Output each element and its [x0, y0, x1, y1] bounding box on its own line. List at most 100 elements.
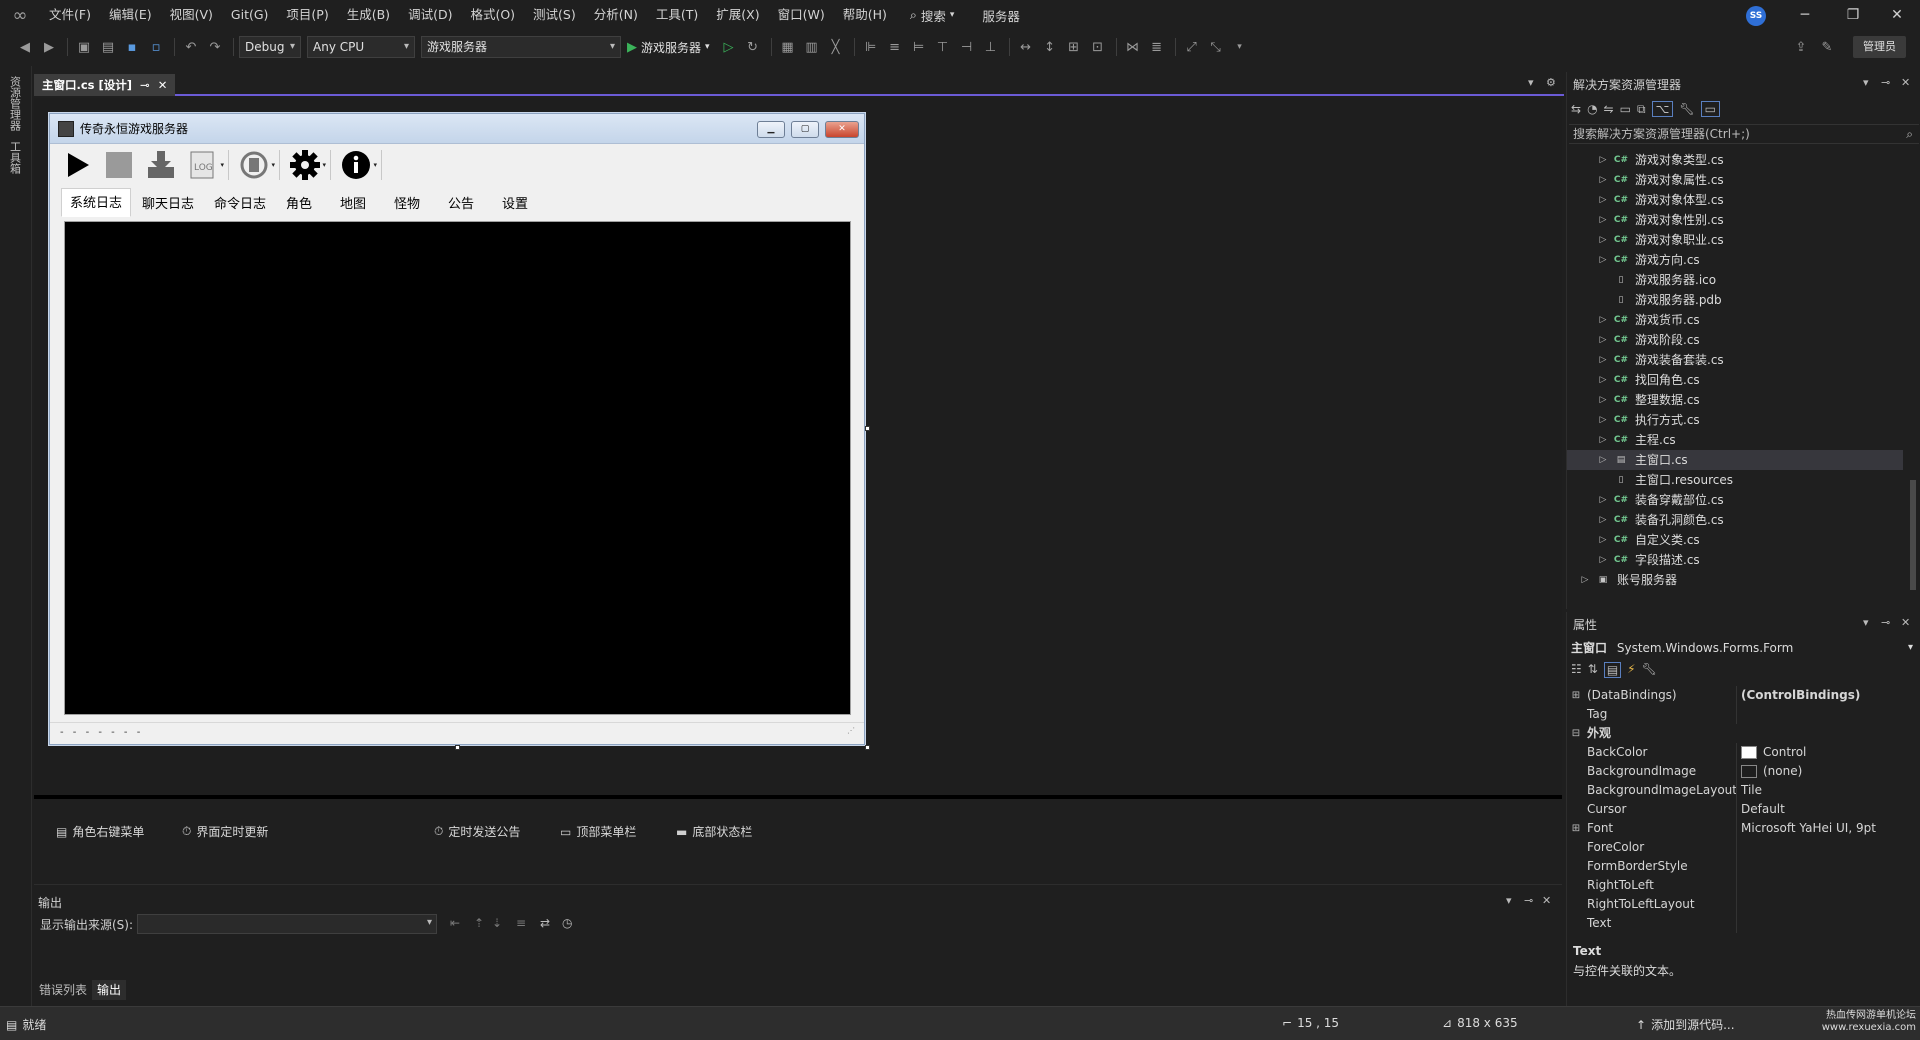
next-message-icon[interactable]: ⇣ — [492, 916, 502, 930]
expand-arrow-icon[interactable]: ▷ — [1595, 370, 1611, 390]
form-close-button[interactable]: ✕ — [825, 121, 859, 138]
form-tab[interactable]: 命令日志 — [205, 190, 276, 217]
align-middle-icon[interactable]: ⊣ — [956, 36, 978, 58]
panel-dropdown-icon[interactable]: ▾ — [1863, 616, 1869, 629]
menu-item[interactable]: 分析(N) — [585, 0, 647, 30]
browser-link-icon[interactable]: ▦ — [777, 36, 799, 58]
tree-scrollbar[interactable] — [1906, 150, 1920, 600]
tray-timer-ui-update[interactable]: ⏱ 界面定时更新 — [182, 823, 268, 840]
properties-icon[interactable]: ▤ — [1603, 662, 1622, 678]
menu-item[interactable]: 扩展(X) — [707, 0, 768, 30]
tree-item[interactable]: ▷ C# 装备孔洞颜色.cs — [1567, 510, 1903, 530]
expand-arrow-icon[interactable]: ▷ — [1595, 390, 1611, 410]
restore-button[interactable]: ❐ — [1830, 0, 1876, 30]
expand-arrow-icon[interactable]: ▷ — [1595, 410, 1611, 430]
alphabetical-icon[interactable]: ⇅ — [1588, 662, 1598, 678]
expand-arrow-icon[interactable]: ▷ — [1595, 330, 1611, 350]
property-value[interactable] — [1737, 705, 1905, 724]
resize-grip-icon[interactable]: ⋰ — [847, 721, 858, 741]
start-without-debugging-icon[interactable]: ▷ — [718, 36, 740, 58]
save-icon[interactable]: ▪ — [121, 36, 143, 58]
designed-form[interactable]: 传奇永恒游戏服务器 ▁ ▢ ✕ LOG ▾ ▾ ▾ ▾ 系统日志 聊天日志 命令… — [49, 113, 865, 745]
pending-changes-icon[interactable]: ◔ — [1587, 102, 1597, 116]
platform-select[interactable]: Any CPU — [307, 36, 415, 58]
property-value[interactable]: (none) — [1737, 762, 1905, 781]
align-icon[interactable]: ╳ — [825, 36, 847, 58]
live-share-icon[interactable]: ⇪ — [1790, 36, 1812, 58]
solution-explorer-side-tab[interactable]: 资源管理器 — [9, 76, 23, 131]
property-row[interactable]: BackColor Control — [1569, 743, 1905, 762]
property-row[interactable]: ⊞ Font Microsoft YaHei UI, 9pt — [1569, 819, 1905, 838]
tree-item[interactable]: ▷ C# 执行方式.cs — [1567, 410, 1903, 430]
tree-item[interactable]: ▷ C# 字段描述.cs — [1567, 550, 1903, 570]
tray-top-menu-strip[interactable]: ▭ 顶部菜单栏 — [560, 823, 636, 840]
tree-item[interactable]: ▷ C# 找回角色.cs — [1567, 370, 1903, 390]
object-selector[interactable]: 主窗口 System.Windows.Forms.Form ▾ — [1571, 638, 1917, 658]
menu-item[interactable]: 工具(T) — [647, 0, 707, 30]
expand-arrow-icon[interactable]: ▷ — [1595, 450, 1611, 470]
toolbar-overflow-icon[interactable]: ▾ — [1229, 36, 1251, 58]
start-debugging-button[interactable]: ▶ 游戏服务器 ▾ — [627, 39, 710, 56]
word-wrap-icon[interactable]: ⇄ — [540, 916, 550, 930]
menu-item[interactable]: 视图(V) — [161, 0, 222, 30]
tree-item[interactable]: ▷ C# 自定义类.cs — [1567, 530, 1903, 550]
property-value[interactable] — [1737, 838, 1905, 857]
property-value[interactable]: Microsoft YaHei UI, 9pt — [1737, 819, 1905, 838]
tree-item[interactable]: ▷ C# 游戏方向.cs — [1567, 250, 1903, 270]
tab-main-window-design[interactable]: 主窗口.cs [设计] ⊸ ✕ — [34, 74, 176, 96]
tree-item[interactable]: ▯ 游戏服务器.ico — [1567, 270, 1903, 290]
form-tab[interactable]: 聊天日志 — [133, 190, 204, 217]
tree-item[interactable]: ▷ C# 游戏装备套装.cs — [1567, 350, 1903, 370]
menu-item[interactable]: 项目(P) — [277, 0, 337, 30]
tree-item[interactable]: ▷ C# 游戏对象类型.cs — [1567, 150, 1903, 170]
refresh-icon[interactable]: ▭ — [1620, 102, 1631, 116]
previous-message-icon[interactable]: ⇡ — [474, 916, 484, 930]
make-same-size-icon[interactable]: ⊞ — [1063, 36, 1085, 58]
settings-gear-icon[interactable]: ▾ — [287, 147, 326, 183]
system-log-panel[interactable] — [64, 221, 851, 715]
property-row[interactable]: Text — [1569, 914, 1905, 933]
menu-item[interactable]: 格式(O) — [461, 0, 524, 30]
preview-icon[interactable]: ▭ — [1700, 101, 1720, 117]
back-icon[interactable]: ◀ — [14, 36, 36, 58]
expand-toggle-icon[interactable]: ⊞ — [1569, 686, 1583, 705]
property-row[interactable]: ForeColor — [1569, 838, 1905, 857]
form-tab[interactable]: 地图 — [331, 190, 384, 217]
close-button[interactable]: ✕ — [1874, 0, 1920, 30]
configuration-select[interactable]: Debug — [239, 36, 301, 58]
log-icon[interactable]: LOG ▾ — [185, 147, 224, 183]
property-row[interactable]: FormBorderStyle — [1569, 857, 1905, 876]
expand-arrow-icon[interactable]: ▷ — [1595, 210, 1611, 230]
align-bottom-icon[interactable]: ⊥ — [980, 36, 1002, 58]
property-row[interactable]: RightToLeft — [1569, 876, 1905, 895]
admin-badge[interactable]: 管理员 — [1853, 36, 1906, 58]
expand-arrow-icon[interactable]: ▷ — [1595, 530, 1611, 550]
tray-context-menu[interactable]: ▤ 角色右键菜单 — [56, 823, 144, 840]
pin-icon[interactable]: ⊸ — [1524, 894, 1533, 907]
property-row[interactable]: BackgroundImageLayout Tile — [1569, 781, 1905, 800]
property-value[interactable]: Default — [1737, 800, 1905, 819]
expand-arrow-icon[interactable]: ▷ — [1595, 190, 1611, 210]
solution-search-input[interactable]: 搜索解决方案资源管理器(Ctrl+;) ⌕ — [1569, 124, 1919, 144]
output-source-select[interactable] — [137, 914, 437, 934]
search-button[interactable]: ⌕ 搜索 ▾ — [910, 6, 955, 25]
expand-arrow-icon[interactable]: ▷ — [1595, 150, 1611, 170]
property-pages-icon[interactable]: 🔧︎ — [1642, 662, 1657, 678]
panel-dropdown-icon[interactable]: ▾ — [1863, 76, 1869, 89]
menu-item[interactable]: Git(G) — [222, 0, 278, 30]
scrollbar-thumb[interactable] — [1910, 480, 1916, 590]
expand-arrow-icon[interactable]: ▷ — [1595, 250, 1611, 270]
menu-item[interactable]: 帮助(H) — [834, 0, 896, 30]
properties-scrollbar[interactable] — [1906, 686, 1920, 936]
tree-item[interactable]: ▯ 游戏服务器.pdb — [1567, 290, 1903, 310]
tree-item[interactable]: ▷ C# 装备穿戴部位.cs — [1567, 490, 1903, 510]
menu-item[interactable]: 生成(B) — [338, 0, 399, 30]
tree-item[interactable]: ▷ C# 游戏对象属性.cs — [1567, 170, 1903, 190]
expand-arrow-icon[interactable]: ▷ — [1595, 510, 1611, 530]
make-same-width-icon[interactable]: ↔ — [1015, 36, 1037, 58]
save-download-icon[interactable] — [143, 147, 179, 183]
align-left-icon[interactable]: ⊫ — [860, 36, 882, 58]
tree-item[interactable]: ▷ C# 整理数据.cs — [1567, 390, 1903, 410]
play-icon[interactable] — [59, 147, 95, 183]
switch-views-icon[interactable]: ⇆ — [1571, 102, 1581, 116]
